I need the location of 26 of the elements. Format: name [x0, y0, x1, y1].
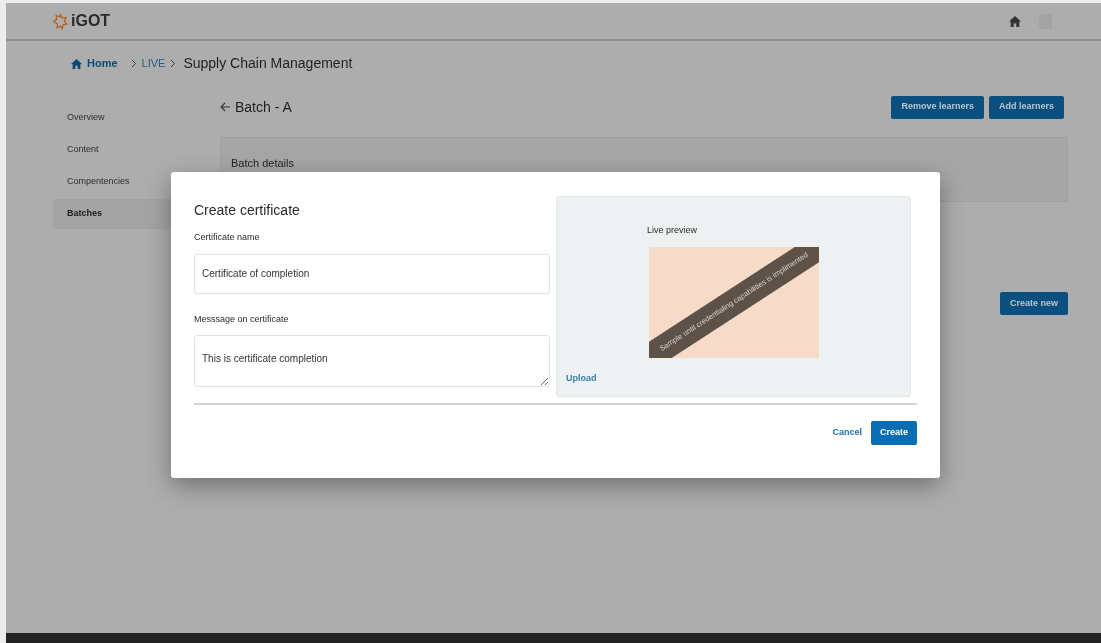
logo-text: iGOT — [71, 11, 111, 31]
dialog-title: Create certificate — [194, 201, 301, 220]
home-link[interactable]: Home — [71, 55, 118, 72]
arrow-left-icon[interactable] — [220, 102, 231, 112]
message-field[interactable]: This is certificate completion — [194, 335, 550, 387]
field-label: Certificate name — [194, 231, 261, 244]
section-title: Batch details — [231, 157, 294, 169]
certificate-name-field[interactable]: Certificate of completion — [194, 253, 550, 294]
action-button[interactable]: Remove learners — [891, 95, 984, 119]
action-button[interactable]: Add learners — [988, 95, 1064, 119]
breadcrumb-current: Supply Chain Management — [183, 54, 353, 73]
sidebar-item[interactable]: Content — [53, 135, 190, 165]
home-icon — [71, 58, 82, 69]
preview-title: Live preview — [647, 224, 699, 237]
flower-logo-icon — [52, 12, 69, 30]
create-new-button[interactable]: Create new — [999, 292, 1068, 315]
sidebar-item[interactable]: Overview — [53, 103, 190, 133]
cancel-button[interactable]: Cancel — [832, 426, 862, 440]
upload-link[interactable]: Upload — [566, 371, 597, 385]
page-title: Batch - A — [235, 97, 292, 117]
home-icon[interactable] — [1009, 15, 1021, 27]
field-label: Messsage on certificate — [194, 312, 290, 326]
chevron-right-icon — [170, 59, 177, 68]
create-button[interactable]: Create — [871, 421, 917, 445]
chevron-right-icon — [130, 59, 137, 68]
breadcrumb-link[interactable]: LIVE — [141, 55, 166, 72]
